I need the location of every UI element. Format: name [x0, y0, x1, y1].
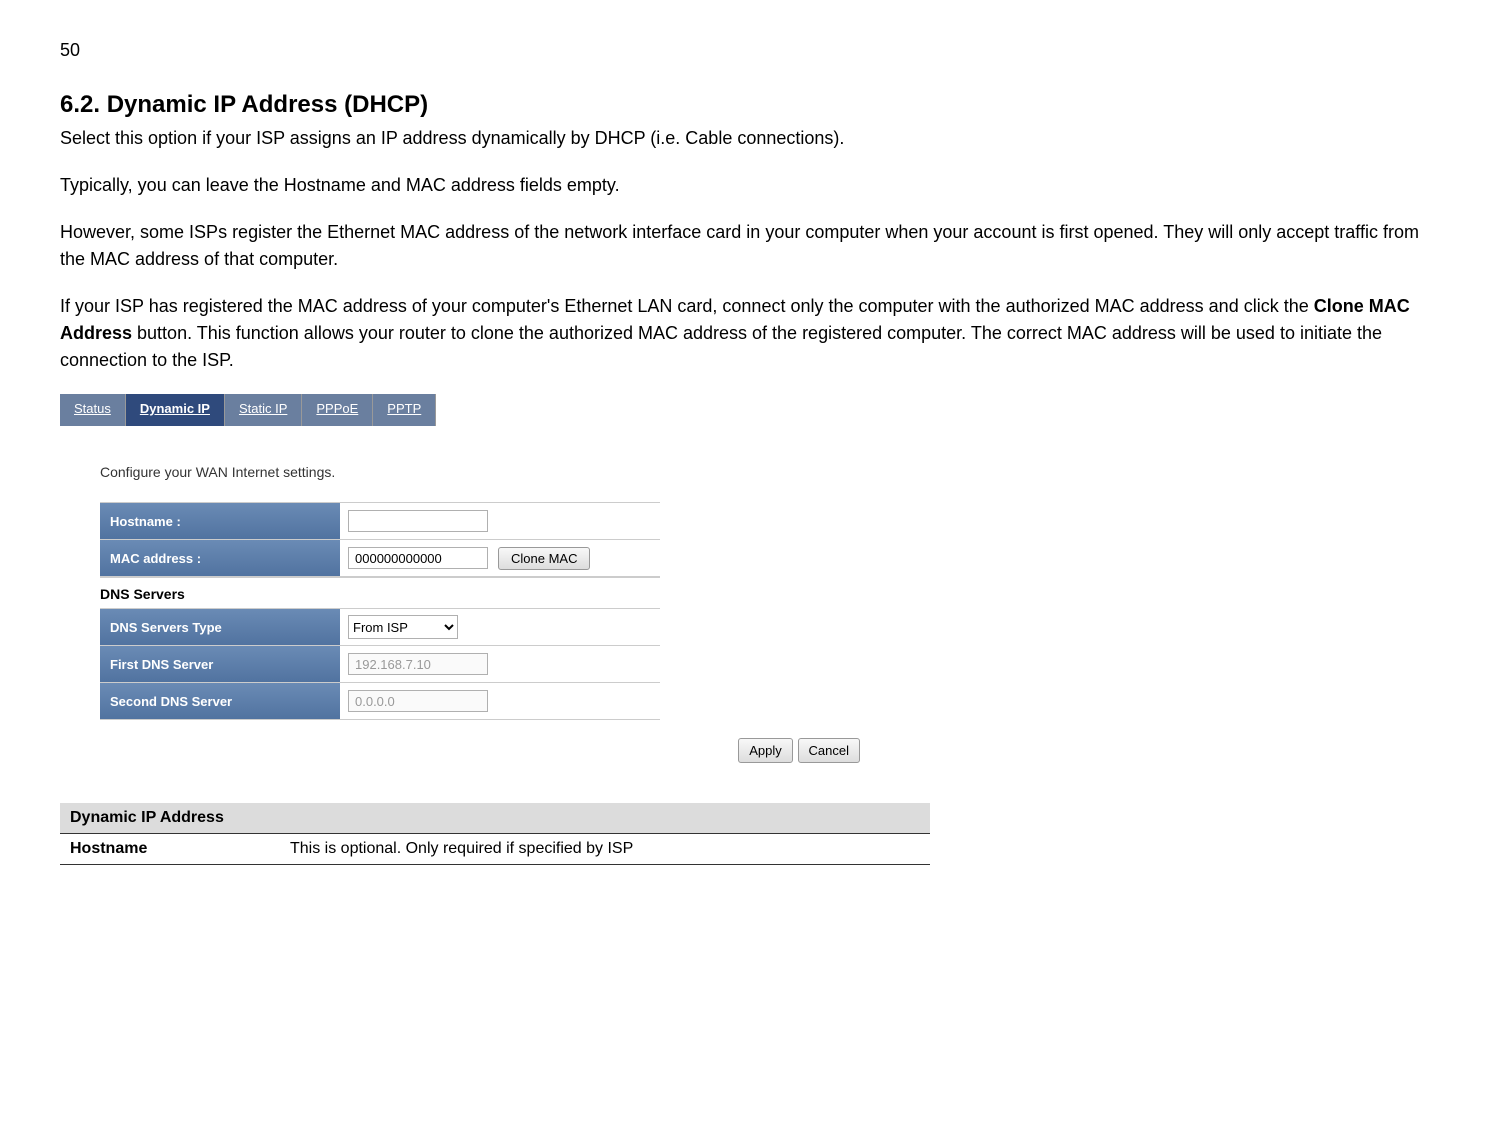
clone-mac-button[interactable]: Clone MAC [498, 547, 590, 570]
para2: Typically, you can leave the Hostname an… [60, 172, 1447, 199]
mac-label: MAC address : [100, 540, 340, 576]
table-val-hostname: This is optional. Only required if speci… [280, 834, 930, 865]
first-dns-row: First DNS Server [100, 646, 660, 683]
hostname-input-cell [340, 510, 488, 532]
first-dns-label: First DNS Server [100, 646, 340, 682]
ui-screenshot: Status Dynamic IP Static IP PPPoE PPTP C… [60, 394, 820, 763]
apply-button[interactable]: Apply [738, 738, 793, 763]
tab-dynamic-ip[interactable]: Dynamic IP [126, 394, 225, 426]
dns-section-header: DNS Servers [100, 577, 660, 608]
table-row: Hostname This is optional. Only required… [60, 834, 930, 865]
second-dns-row: Second DNS Server [100, 683, 660, 720]
form-area: Hostname : MAC address : Clone MAC DNS S… [100, 502, 660, 720]
tab-static-ip[interactable]: Static IP [225, 394, 302, 426]
hostname-label: Hostname : [100, 503, 340, 539]
tab-status[interactable]: Status [60, 394, 126, 426]
second-dns-input [348, 690, 488, 712]
para4: If your ISP has registered the MAC addre… [60, 293, 1447, 374]
para4a: If your ISP has registered the MAC addre… [60, 296, 1314, 316]
mac-input-cell: Clone MAC [340, 547, 590, 570]
para1: Select this option if your ISP assigns a… [60, 125, 1447, 152]
dns-type-select[interactable]: From ISP [348, 615, 458, 639]
description-table: Dynamic IP Address Hostname This is opti… [60, 803, 930, 865]
table-header-row: Dynamic IP Address [60, 803, 930, 834]
footer-buttons: Apply Cancel [60, 738, 860, 763]
table-title: Dynamic IP Address [60, 803, 930, 834]
second-dns-input-cell [340, 690, 488, 712]
configure-text: Configure your WAN Internet settings. [100, 464, 820, 480]
dns-type-input-cell: From ISP [340, 615, 458, 639]
cancel-button[interactable]: Cancel [798, 738, 860, 763]
mac-row: MAC address : Clone MAC [100, 540, 660, 577]
table-key-hostname: Hostname [60, 834, 280, 865]
first-dns-input [348, 653, 488, 675]
mac-input[interactable] [348, 547, 488, 569]
hostname-row: Hostname : [100, 502, 660, 540]
tab-pppoe[interactable]: PPPoE [302, 394, 373, 426]
tab-pptp[interactable]: PPTP [373, 394, 436, 426]
tab-bar: Status Dynamic IP Static IP PPPoE PPTP [60, 394, 820, 426]
first-dns-input-cell [340, 653, 488, 675]
hostname-input[interactable] [348, 510, 488, 532]
section-heading: 6.2. Dynamic IP Address (DHCP) [60, 91, 1447, 119]
second-dns-label: Second DNS Server [100, 683, 340, 719]
dns-type-label: DNS Servers Type [100, 609, 340, 645]
page-number: 50 [60, 40, 1447, 61]
para3: However, some ISPs register the Ethernet… [60, 219, 1447, 273]
para4c: button. This function allows your router… [60, 323, 1382, 370]
dns-type-row: DNS Servers Type From ISP [100, 608, 660, 646]
